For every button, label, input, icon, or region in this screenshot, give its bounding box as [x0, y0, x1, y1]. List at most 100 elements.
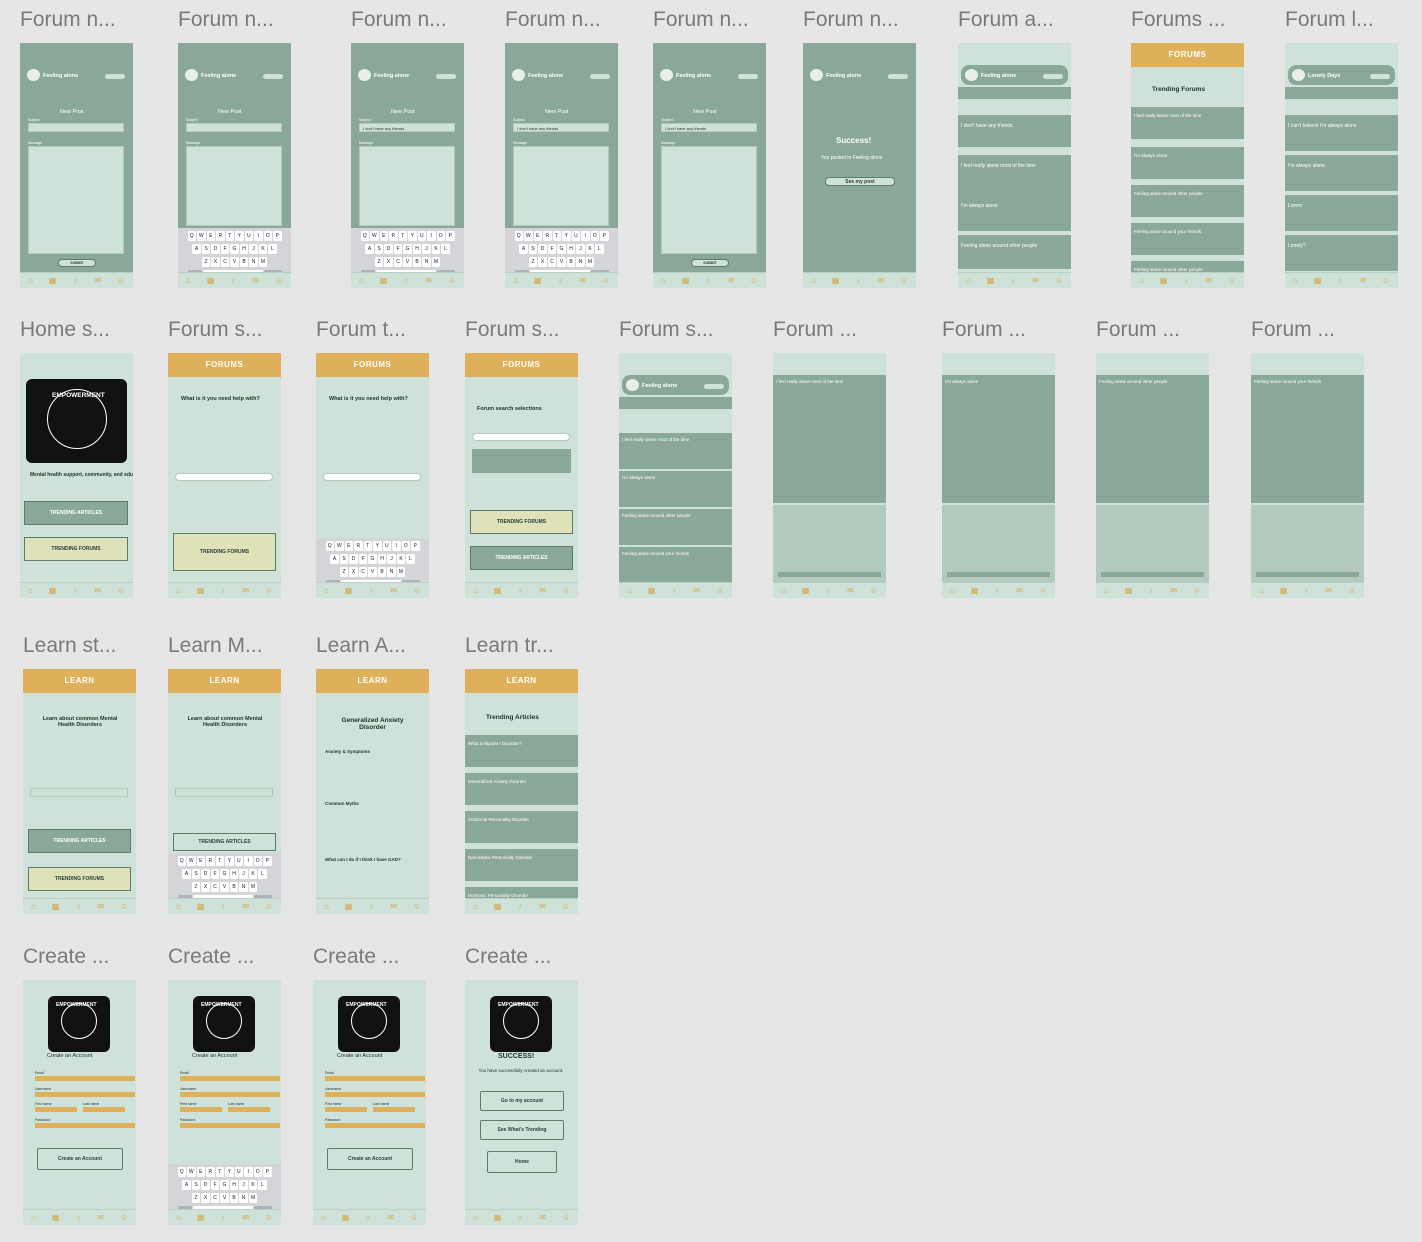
user-icon[interactable]: ☺ — [900, 276, 908, 285]
submit-button[interactable]: SUBMIT — [58, 259, 96, 267]
key[interactable]: I — [392, 541, 401, 551]
mail-icon[interactable]: ✉ — [877, 276, 884, 285]
key[interactable]: P — [263, 1167, 272, 1177]
key[interactable]: S — [191, 869, 201, 879]
key[interactable]: T — [225, 231, 234, 241]
home-icon[interactable]: ⌂ — [473, 1213, 478, 1222]
home-icon[interactable]: ⌂ — [781, 586, 786, 595]
key[interactable]: D — [384, 244, 393, 254]
grid-icon[interactable]: ▦ — [494, 586, 502, 595]
subscribe-button[interactable] — [704, 384, 724, 389]
key[interactable]: N — [249, 257, 258, 267]
mail-icon[interactable]: ✉ — [387, 1213, 394, 1222]
mail-icon[interactable]: ✉ — [1359, 276, 1366, 285]
frame-title[interactable]: Learn st... — [23, 634, 116, 658]
frame-title[interactable]: Home s... — [20, 318, 110, 342]
subscribe-button[interactable] — [1043, 74, 1063, 79]
mail-icon[interactable]: ✉ — [252, 276, 259, 285]
email-field[interactable] — [325, 1076, 425, 1081]
key[interactable]: S — [339, 554, 349, 564]
forum-item[interactable]: I feel really alone most of the time — [1131, 107, 1244, 139]
home-icon[interactable]: ⌂ — [324, 902, 329, 911]
subject-field[interactable] — [28, 123, 124, 132]
key[interactable]: G — [368, 554, 377, 564]
key[interactable]: N — [239, 882, 248, 892]
user-icon[interactable]: ☺ — [265, 1213, 273, 1222]
key[interactable]: J — [239, 869, 248, 879]
key[interactable]: C — [220, 257, 230, 267]
key[interactable]: A — [182, 869, 191, 879]
user-icon[interactable]: ☺ — [117, 586, 125, 595]
bulb-icon[interactable]: ♁ — [1010, 276, 1016, 285]
key[interactable]: O — [253, 1167, 262, 1177]
key[interactable]: W — [335, 541, 344, 551]
disorder-dropdown[interactable] — [30, 788, 128, 797]
user-icon[interactable]: ☺ — [716, 586, 724, 595]
frame-title[interactable]: Forum t... — [316, 318, 406, 342]
key[interactable]: X — [201, 882, 210, 892]
key[interactable]: Z — [374, 257, 384, 267]
bulb-icon[interactable]: ♁ — [220, 902, 226, 911]
search-input[interactable] — [323, 473, 421, 481]
bulb-icon[interactable]: ♁ — [72, 276, 78, 285]
key[interactable]: A — [519, 244, 528, 254]
key[interactable]: O — [263, 231, 272, 241]
key[interactable]: V — [368, 567, 377, 577]
password-field[interactable] — [325, 1123, 425, 1128]
bulb-icon[interactable]: ♁ — [1303, 586, 1309, 595]
key[interactable]: Y — [373, 541, 382, 551]
key[interactable]: G — [403, 244, 412, 254]
bulb-icon[interactable]: ♁ — [230, 276, 236, 285]
user-icon[interactable]: ☺ — [410, 1213, 418, 1222]
article-item[interactable]: Narcissistic Personality Disorder — [465, 849, 578, 881]
bulb-icon[interactable]: ♁ — [1337, 276, 1343, 285]
user-icon[interactable]: ☺ — [562, 586, 570, 595]
user-icon[interactable]: ☺ — [1193, 586, 1201, 595]
home-icon[interactable]: ⌂ — [359, 276, 364, 285]
grid-icon[interactable]: ▦ — [49, 276, 57, 285]
key[interactable]: M — [248, 882, 258, 892]
mail-icon[interactable]: ✉ — [579, 276, 586, 285]
key[interactable]: H — [229, 1180, 239, 1190]
user-icon[interactable]: ☺ — [562, 1213, 570, 1222]
user-icon[interactable]: ☺ — [275, 276, 283, 285]
comment-input[interactable] — [777, 571, 882, 578]
grid-icon[interactable]: ▦ — [682, 276, 690, 285]
user-icon[interactable]: ☺ — [265, 586, 273, 595]
home-icon[interactable]: ⌂ — [31, 902, 36, 911]
comment-input[interactable] — [1255, 571, 1360, 578]
comment-input[interactable] — [946, 571, 1051, 578]
key[interactable]: Z — [191, 882, 201, 892]
subscribe-button[interactable] — [888, 74, 908, 79]
forum-post[interactable]: I'm always alone — [1285, 155, 1398, 191]
grid-icon[interactable]: ▦ — [494, 902, 502, 911]
key[interactable]: Q — [177, 856, 186, 866]
key[interactable]: O — [436, 231, 445, 241]
subject-field[interactable]: I don't have any friends — [513, 123, 609, 132]
trending-forums-button[interactable]: TRENDING FORUMS — [24, 537, 128, 561]
home-icon[interactable]: ⌂ — [811, 276, 816, 285]
key[interactable]: U — [382, 541, 391, 551]
user-icon[interactable]: ☺ — [413, 902, 421, 911]
forum-item[interactable]: Feeling alone around your friends — [1131, 223, 1244, 255]
frame-title[interactable]: Forum s... — [168, 318, 263, 342]
bulb-icon[interactable]: ♁ — [825, 586, 831, 595]
key[interactable]: M — [585, 257, 595, 267]
go-to-account-button[interactable]: Go to my account — [480, 1091, 564, 1111]
key[interactable]: B — [239, 257, 249, 267]
key[interactable]: M — [248, 1193, 258, 1203]
key[interactable]: X — [211, 257, 220, 267]
key[interactable]: K — [431, 244, 441, 254]
key[interactable]: G — [230, 244, 239, 254]
key[interactable]: Y — [235, 231, 244, 241]
email-field[interactable] — [180, 1076, 280, 1081]
bulb-icon[interactable]: ♁ — [517, 1213, 523, 1222]
subject-field[interactable] — [186, 123, 282, 132]
mail-icon[interactable]: ✉ — [390, 586, 397, 595]
search-input[interactable] — [175, 473, 273, 481]
key[interactable]: T — [363, 541, 372, 551]
forum-post[interactable]: I'm always alone — [958, 195, 1071, 231]
frame-title[interactable]: Forum ... — [1251, 318, 1335, 342]
home-icon[interactable]: ⌂ — [186, 276, 191, 285]
user-icon[interactable]: ☺ — [1382, 276, 1390, 285]
